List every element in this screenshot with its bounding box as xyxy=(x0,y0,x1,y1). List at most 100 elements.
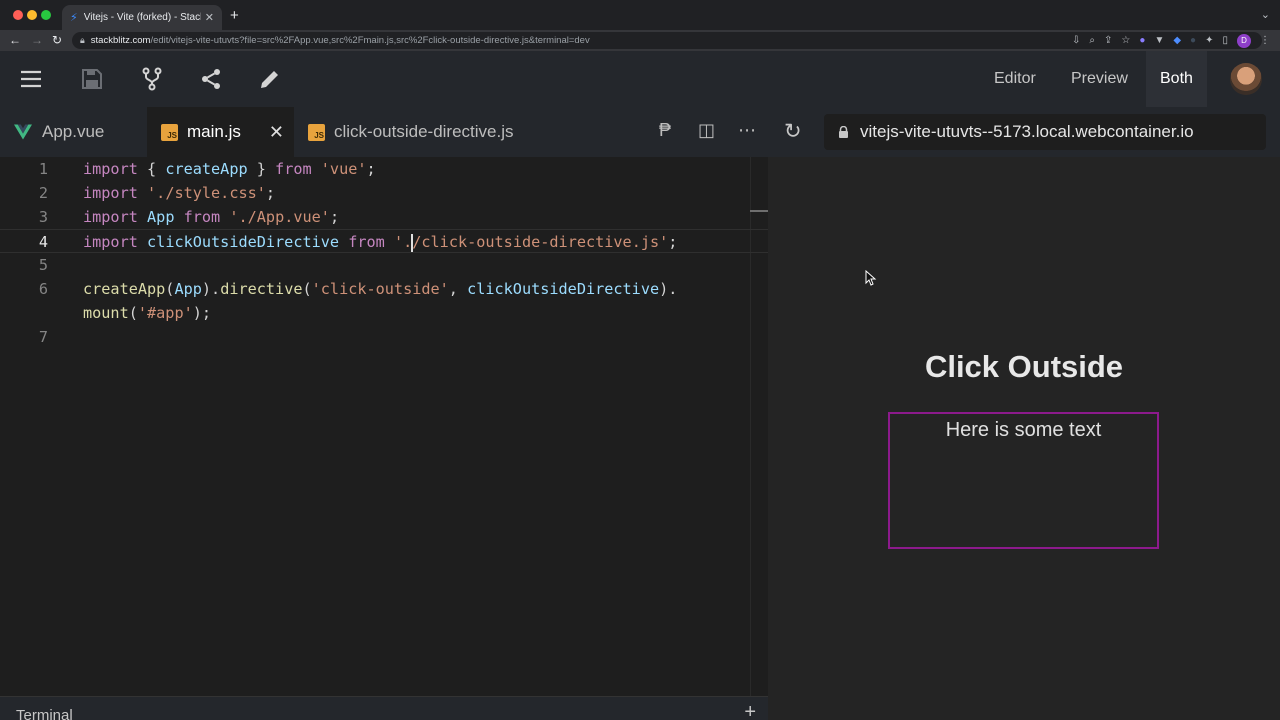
extension-icon[interactable]: ● xyxy=(1139,35,1145,46)
terminal-label: Terminal xyxy=(16,707,73,720)
code-line[interactable]: 4 import clickOutsideDirective from './cl… xyxy=(0,229,768,253)
preview-heading: Click Outside xyxy=(924,349,1124,384)
code-token: ; xyxy=(265,184,276,202)
code-line[interactable]: 3 import App from './App.vue'; xyxy=(0,205,768,229)
browser-tab-title: Vitejs - Vite (forked) - StackBl xyxy=(83,12,201,23)
code-token: ; xyxy=(329,208,340,226)
code-line[interactable]: 6 createApp(App).directive('click-outside… xyxy=(0,277,768,301)
code-line[interactable]: 2 import './style.css'; xyxy=(0,181,768,205)
code-line[interactable]: 5 xyxy=(0,253,768,277)
maximize-window-button[interactable] xyxy=(41,10,51,20)
share-icon[interactable] xyxy=(199,67,223,91)
code-line[interactable]: 7 xyxy=(0,325,768,349)
code-token: /click-outside-directive.js' xyxy=(412,233,669,251)
code-text: import './style.css'; xyxy=(83,181,275,205)
preview-pane[interactable]: Click Outside Here is some text xyxy=(768,157,1280,720)
code-token: ). xyxy=(659,280,678,298)
tab-click-outside-directive-js[interactable]: JS click-outside-directive.js xyxy=(294,107,571,157)
view-preview-button[interactable]: Preview xyxy=(1057,51,1142,107)
view-both-button[interactable]: Both xyxy=(1146,51,1207,107)
line-number: 6 xyxy=(38,280,48,298)
code-token: ( xyxy=(302,280,312,298)
code-token: , xyxy=(448,280,468,298)
code-token: ( xyxy=(128,304,138,322)
zoom-icon[interactable]: ⌕ xyxy=(1089,35,1095,46)
tab-label: click-outside-directive.js xyxy=(334,122,514,141)
close-tab-icon[interactable]: ✕ xyxy=(269,122,284,143)
refresh-icon[interactable]: ↻ xyxy=(784,119,802,144)
vue-devtools-icon[interactable]: ▼ xyxy=(1154,35,1164,46)
close-window-button[interactable] xyxy=(13,10,23,20)
menu-dots-icon[interactable]: ⋮ xyxy=(1260,35,1270,46)
puzzle-icon[interactable]: ✦ xyxy=(1205,35,1213,46)
add-terminal-icon[interactable]: + xyxy=(744,701,756,720)
code-token: from xyxy=(183,208,221,226)
close-tab-icon[interactable]: ✕ xyxy=(205,11,214,24)
code-token: createApp xyxy=(165,160,248,178)
preview-url-field[interactable]: vitejs-vite-utuvts--5173.local.webcontai… xyxy=(824,114,1266,150)
tab-label: main.js xyxy=(187,122,241,141)
view-editor-button[interactable]: Editor xyxy=(980,51,1050,107)
back-button[interactable]: ← xyxy=(9,33,21,47)
terminal-panel[interactable]: Terminal + xyxy=(0,696,768,720)
mouse-pointer-icon xyxy=(865,270,877,286)
code-token: import xyxy=(83,233,138,251)
user-avatar[interactable] xyxy=(1230,63,1262,95)
code-editor[interactable]: 1 import { createApp } from 'vue'; 2 import… xyxy=(0,157,768,696)
chevron-down-icon[interactable]: ⌄ xyxy=(1261,8,1270,21)
browser-tabstrip: ⚡ Vitejs - Vite (forked) - StackBl ✕ + ⌄ xyxy=(0,0,1280,30)
minimize-window-button[interactable] xyxy=(27,10,37,20)
profile-avatar[interactable]: D xyxy=(1237,33,1251,48)
more-options-icon[interactable]: ⋯ xyxy=(738,120,756,141)
install-icon[interactable]: ⇩ xyxy=(1072,35,1080,46)
line-number: 3 xyxy=(38,208,48,226)
code-text: import { createApp } from 'vue'; xyxy=(83,157,376,181)
code-token: './style.css' xyxy=(147,184,266,202)
code-token: from xyxy=(275,160,312,178)
code-token: App xyxy=(174,280,202,298)
tab-main-js[interactable]: JS main.js ✕ xyxy=(147,107,294,157)
code-token: directive xyxy=(220,280,303,298)
url-text: stackblitz.com/edit/vitejs-vite-utuvts?f… xyxy=(90,35,590,46)
code-token: 'click-outside' xyxy=(311,280,449,298)
new-tab-button[interactable]: + xyxy=(230,7,239,24)
fork-icon[interactable] xyxy=(140,67,164,91)
share-icon[interactable]: ⇪ xyxy=(1104,35,1112,46)
pencil-icon[interactable] xyxy=(258,67,282,91)
forward-button[interactable]: → xyxy=(31,33,43,47)
code-text: import App from './App.vue'; xyxy=(83,205,339,229)
browser-tab[interactable]: ⚡ Vitejs - Vite (forked) - StackBl ✕ xyxy=(62,5,222,30)
extension-icon[interactable]: ◆ xyxy=(1173,35,1181,46)
code-token: import xyxy=(83,160,138,178)
code-token: clickOutsideDirective xyxy=(467,280,660,298)
split-editor-icon[interactable]: ◫ xyxy=(698,120,715,141)
js-icon: JS xyxy=(161,123,178,141)
code-line[interactable]: 1 import { createApp } from 'vue'; xyxy=(0,157,768,181)
reload-button[interactable]: ↻ xyxy=(52,33,62,47)
line-number: 5 xyxy=(38,256,48,274)
code-text: createApp(App).directive('click-outside'… xyxy=(83,277,677,301)
code-token: ; xyxy=(668,233,678,251)
line-number: 7 xyxy=(38,328,48,346)
extensions-bar: ⇩ ⌕ ⇪ ☆ ● ▼ ◆ ● ✦ ▯ D ⋮ xyxy=(1072,32,1270,49)
bookmark-star-icon[interactable]: ☆ xyxy=(1121,35,1130,46)
format-icon[interactable]: ₱ xyxy=(659,120,671,141)
click-outside-box[interactable]: Here is some text xyxy=(888,412,1159,549)
sidebar-icon[interactable]: ▯ xyxy=(1222,35,1228,46)
preview-toolbar: ↻ vitejs-vite-utuvts--5173.local.webcont… xyxy=(768,107,1280,157)
lock-icon xyxy=(839,126,848,138)
editor-tabs: App.vue JS main.js ✕ JS click-outside-di… xyxy=(0,107,768,157)
extension-icon[interactable]: ● xyxy=(1190,35,1196,46)
tab-app-vue[interactable]: App.vue xyxy=(0,107,147,157)
save-icon[interactable] xyxy=(80,67,104,91)
preview-url-text: vitejs-vite-utuvts--5173.local.webcontai… xyxy=(860,122,1194,141)
code-line[interactable]: mount('#app'); xyxy=(0,301,768,325)
code-token: 'vue' xyxy=(320,160,367,178)
hamburger-menu-icon[interactable] xyxy=(19,67,43,91)
